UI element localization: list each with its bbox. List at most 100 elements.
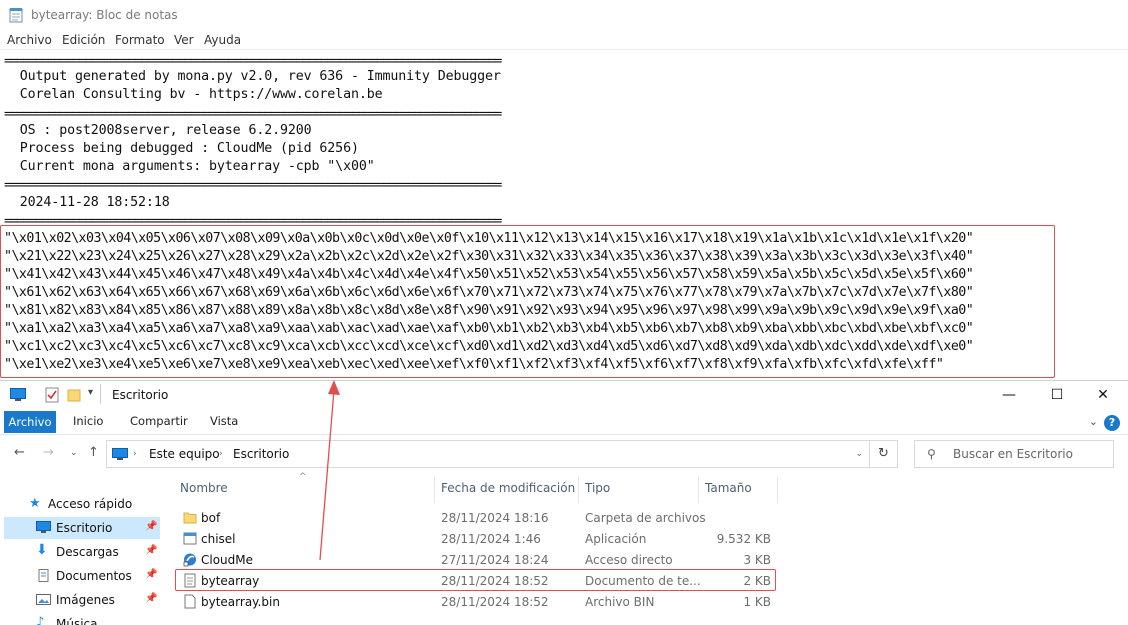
column-separator [578, 477, 579, 503]
refresh-button[interactable]: ↻ [870, 440, 898, 468]
separator-line: ========================================… [4, 178, 502, 193]
annotation-arrow [319, 380, 340, 561]
separator-line: ========================================… [4, 107, 502, 122]
address-bar[interactable]: › Este equipo › Escritorio ⌄ [106, 440, 870, 468]
file-type: Documento de te... [585, 574, 701, 588]
bytearray-line: "\x61\x62\x63\x64\x65\x66\x67\x68\x69\x6… [4, 285, 974, 300]
bytearray-line: "\x01\x02\x03\x04\x05\x06\x07\x08\x09\x0… [4, 231, 974, 246]
file-row[interactable]: bof 28/11/2024 18:16 Carpeta de archivos [175, 507, 775, 528]
breadcrumb-escritorio[interactable]: Escritorio [233, 447, 289, 461]
column-header-tipo[interactable]: Tipo [585, 481, 610, 495]
file-row[interactable]: chisel 28/11/2024 1:46 Aplicación 9.532 … [175, 528, 775, 549]
sidebar-item-acceso-rapido[interactable]: ★ Acceso rápido [4, 493, 160, 515]
file-type: Acceso directo [585, 553, 673, 567]
up-arrow-icon[interactable]: ↑ [88, 445, 99, 460]
ribbon: Archivo Inicio Compartir Vista ⌄ ? [0, 409, 1128, 435]
pin-icon[interactable]: 📌 [145, 521, 157, 532]
column-header-tamano[interactable]: Tamaño [705, 481, 752, 495]
maximize-button[interactable]: ☐ [1042, 385, 1072, 405]
file-row[interactable]: bytearray 28/11/2024 18:52 Documento de … [175, 570, 775, 591]
file-type: Carpeta de archivos [585, 511, 706, 525]
ribbon-expand-icon[interactable]: ⌄ [1089, 415, 1098, 428]
sidebar-item-label: Escritorio [56, 521, 113, 535]
star-icon: ★ [29, 496, 41, 511]
search-placeholder: Buscar en Escritorio [953, 447, 1073, 461]
back-arrow-icon[interactable]: ← [14, 445, 25, 460]
address-dropdown-icon[interactable]: ⌄ [855, 449, 863, 459]
tab-compartir[interactable]: Compartir [130, 414, 188, 428]
properties-icon[interactable] [45, 387, 59, 403]
menu-edicion[interactable]: Edición [62, 33, 105, 47]
bytearray-line: "\xc1\xc2\xc3\xc4\xc5\xc6\xc7\xc8\xc9\xc… [4, 339, 974, 354]
sidebar-item-escritorio[interactable]: Escritorio 📌 [4, 517, 160, 539]
menu-ver[interactable]: Ver [174, 33, 194, 47]
address-row: ← → ⌄ ↑ › Este equipo › Escritorio ⌄ ↻ ⚲… [0, 437, 1128, 469]
notepad-title-bar[interactable]: bytearray: Bloc de notas [0, 0, 1128, 30]
notepad-text-area[interactable]: ========================================… [0, 50, 1128, 380]
sidebar-item-label: Descargas [56, 545, 119, 559]
column-separator [434, 477, 435, 503]
file-name: CloudMe [201, 553, 254, 567]
sidebar-item-label: Imágenes [56, 593, 115, 607]
desktop-icon [36, 521, 51, 533]
quick-access-dropdown-icon[interactable]: ▾ [88, 387, 93, 398]
menu-ayuda[interactable]: Ayuda [204, 33, 241, 47]
recent-dropdown-icon[interactable]: ⌄ [70, 448, 78, 458]
menu-archivo[interactable]: Archivo [7, 33, 52, 47]
explorer-window: ▾ Escritorio — ☐ ✕ Archivo Inicio Compar… [0, 380, 1128, 625]
tab-vista[interactable]: Vista [210, 414, 238, 428]
column-separator [698, 477, 699, 503]
forward-arrow-icon[interactable]: → [43, 445, 54, 460]
application-icon [183, 532, 197, 545]
bytearray-line: "\xa1\xa2\xa3\xa4\xa5\xa6\xa7\xa8\xa9\xa… [4, 321, 974, 336]
folder-icon[interactable] [67, 387, 81, 403]
sidebar-item-documentos[interactable]: Documentos 📌 [4, 565, 160, 587]
file-size: 9.532 KB [716, 532, 771, 546]
file-type: Archivo BIN [585, 595, 655, 609]
sidebar-item-imagenes[interactable]: Imágenes 📌 [4, 589, 160, 611]
search-input[interactable]: ⚲ Buscar en Escritorio [914, 440, 1114, 468]
menu-formato[interactable]: Formato [115, 33, 165, 47]
pin-icon[interactable]: 📌 [145, 569, 157, 580]
explorer-title: Escritorio [112, 388, 169, 402]
tab-inicio[interactable]: Inicio [73, 414, 103, 428]
folder-icon [183, 512, 197, 524]
file-row[interactable]: CloudMe 27/11/2024 18:24 Acceso directo … [175, 549, 775, 570]
text-line: Current mona arguments: bytearray -cpb "… [4, 159, 375, 174]
separator-line: ========================================… [4, 214, 502, 229]
pin-icon[interactable]: 📌 [145, 545, 157, 556]
file-date: 27/11/2024 18:24 [441, 553, 549, 567]
music-icon: ♪ [36, 615, 45, 625]
tab-archivo[interactable]: Archivo [4, 411, 56, 433]
file-row[interactable]: bytearray.bin 28/11/2024 18:52 Archivo B… [175, 591, 775, 612]
sidebar-item-descargas[interactable]: ⬇ Descargas 📌 [4, 541, 160, 563]
explorer-title-bar[interactable]: ▾ Escritorio — ☐ ✕ [0, 381, 1128, 409]
notepad-icon [9, 8, 23, 23]
sidebar-item-musica[interactable]: ♪ Música [4, 613, 160, 625]
column-separator [777, 477, 778, 503]
text-line: Output generated by mona.py v2.0, rev 63… [4, 69, 501, 84]
search-icon: ⚲ [927, 447, 936, 461]
breadcrumb-este-equipo[interactable]: Este equipo [149, 447, 220, 461]
bytearray-line: "\x41\x42\x43\x44\x45\x46\x47\x48\x49\x4… [4, 267, 974, 282]
separator-line: ========================================… [4, 54, 502, 69]
minimize-button[interactable]: — [994, 385, 1024, 405]
help-icon[interactable]: ? [1104, 415, 1120, 431]
file-size: 1 KB [743, 595, 771, 609]
file-size: 3 KB [743, 553, 771, 567]
text-line: 2024-11-28 18:52:18 [4, 195, 170, 210]
bytearray-line: "\x81\x82\x83\x84\x85\x86\x87\x88\x89\x8… [4, 303, 974, 318]
file-name: bytearray.bin [201, 595, 280, 609]
file-size: 2 KB [743, 574, 771, 588]
column-header-fecha[interactable]: Fecha de modificación [441, 481, 575, 495]
file-date: 28/11/2024 18:52 [441, 595, 549, 609]
close-button[interactable]: ✕ [1088, 385, 1118, 405]
notepad-menu-bar: Archivo Edición Formato Ver Ayuda [0, 30, 1128, 50]
column-header-nombre[interactable]: Nombre [180, 481, 228, 495]
pin-icon[interactable]: 📌 [145, 593, 157, 604]
sidebar-item-label: Documentos [56, 569, 132, 583]
bytearray-line: "\x21\x22\x23\x24\x25\x26\x27\x28\x29\x2… [4, 249, 974, 264]
file-type: Aplicación [585, 532, 647, 546]
notepad-title: bytearray: Bloc de notas [31, 8, 178, 22]
file-date: 28/11/2024 1:46 [441, 532, 541, 546]
